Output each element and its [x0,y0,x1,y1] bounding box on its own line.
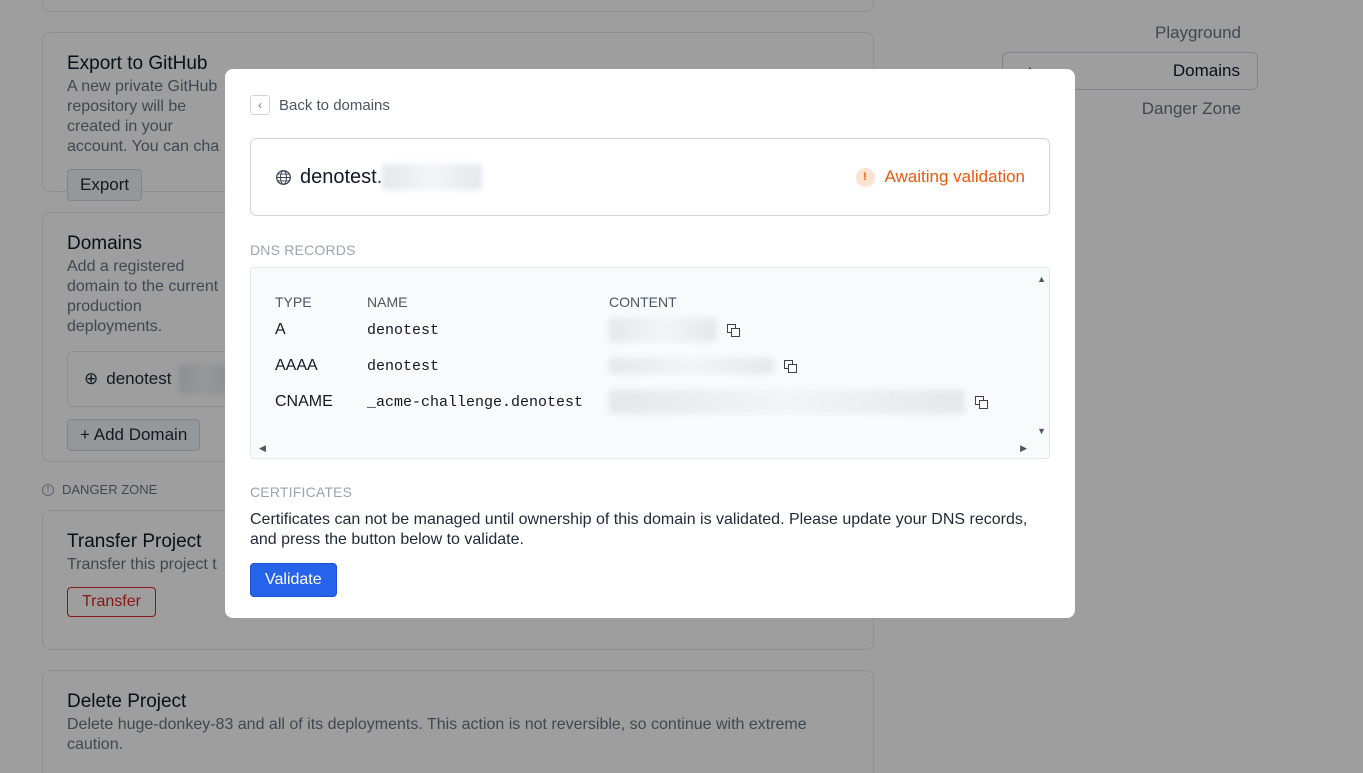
redacted-content [609,390,965,414]
copy-icon[interactable] [975,396,989,409]
table-row: A denotest [275,312,1009,348]
scroll-right-icon[interactable]: ▶ [1020,443,1027,454]
dns-records-panel[interactable]: TYPE NAME CONTENT A denotest AAAA denote… [250,267,1050,459]
table-row: CNAME _acme-challenge.denotest [275,384,1009,420]
record-type: AAAA [275,357,318,374]
back-label: Back to domains [279,96,390,114]
record-name: denotest [367,357,440,375]
domain-name-text: denotest. [300,165,383,188]
domain-header: denotest. ! Awaiting validation [250,138,1050,216]
validate-button[interactable]: Validate [250,563,337,597]
copy-icon[interactable] [727,324,741,337]
scroll-left-icon[interactable]: ◀ [259,443,266,454]
scroll-up-icon[interactable]: ▲ [1037,274,1046,284]
record-name: denotest [367,321,440,339]
record-content [609,312,1009,348]
certificates-text: Certificates can not be managed until ow… [250,511,1028,548]
certificates-label: CERTIFICATES [250,484,353,500]
globe-icon [276,169,291,185]
domain-title: denotest. [275,164,483,190]
scroll-down-icon[interactable]: ▼ [1037,426,1046,436]
validation-status: ! Awaiting validation [855,167,1026,187]
warning-icon: ! [855,167,875,187]
status-text: Awaiting validation [884,167,1026,186]
dns-records-table: TYPE NAME CONTENT A denotest AAAA denote… [275,292,1009,420]
back-to-domains-link[interactable]: ‹ Back to domains [250,94,1050,116]
column-header-type: TYPE [275,294,312,310]
record-content [609,384,1009,420]
record-content [609,348,1009,384]
redacted-content [609,318,717,342]
domain-detail-modal: ‹ Back to domains denotest. ! Awaiting v… [225,69,1075,618]
dns-records-label: DNS RECORDS [250,242,356,258]
record-type: A [275,321,286,338]
redacted-content [609,357,774,374]
record-type: CNAME [275,393,333,410]
table-row: AAAA denotest [275,348,1009,384]
chevron-left-icon: ‹ [250,95,270,115]
redacted-domain-suffix [382,164,483,190]
copy-icon[interactable] [784,359,798,373]
record-name: _acme-challenge.denotest [367,393,584,411]
column-header-content: CONTENT [609,294,677,310]
column-header-name: NAME [367,294,408,310]
